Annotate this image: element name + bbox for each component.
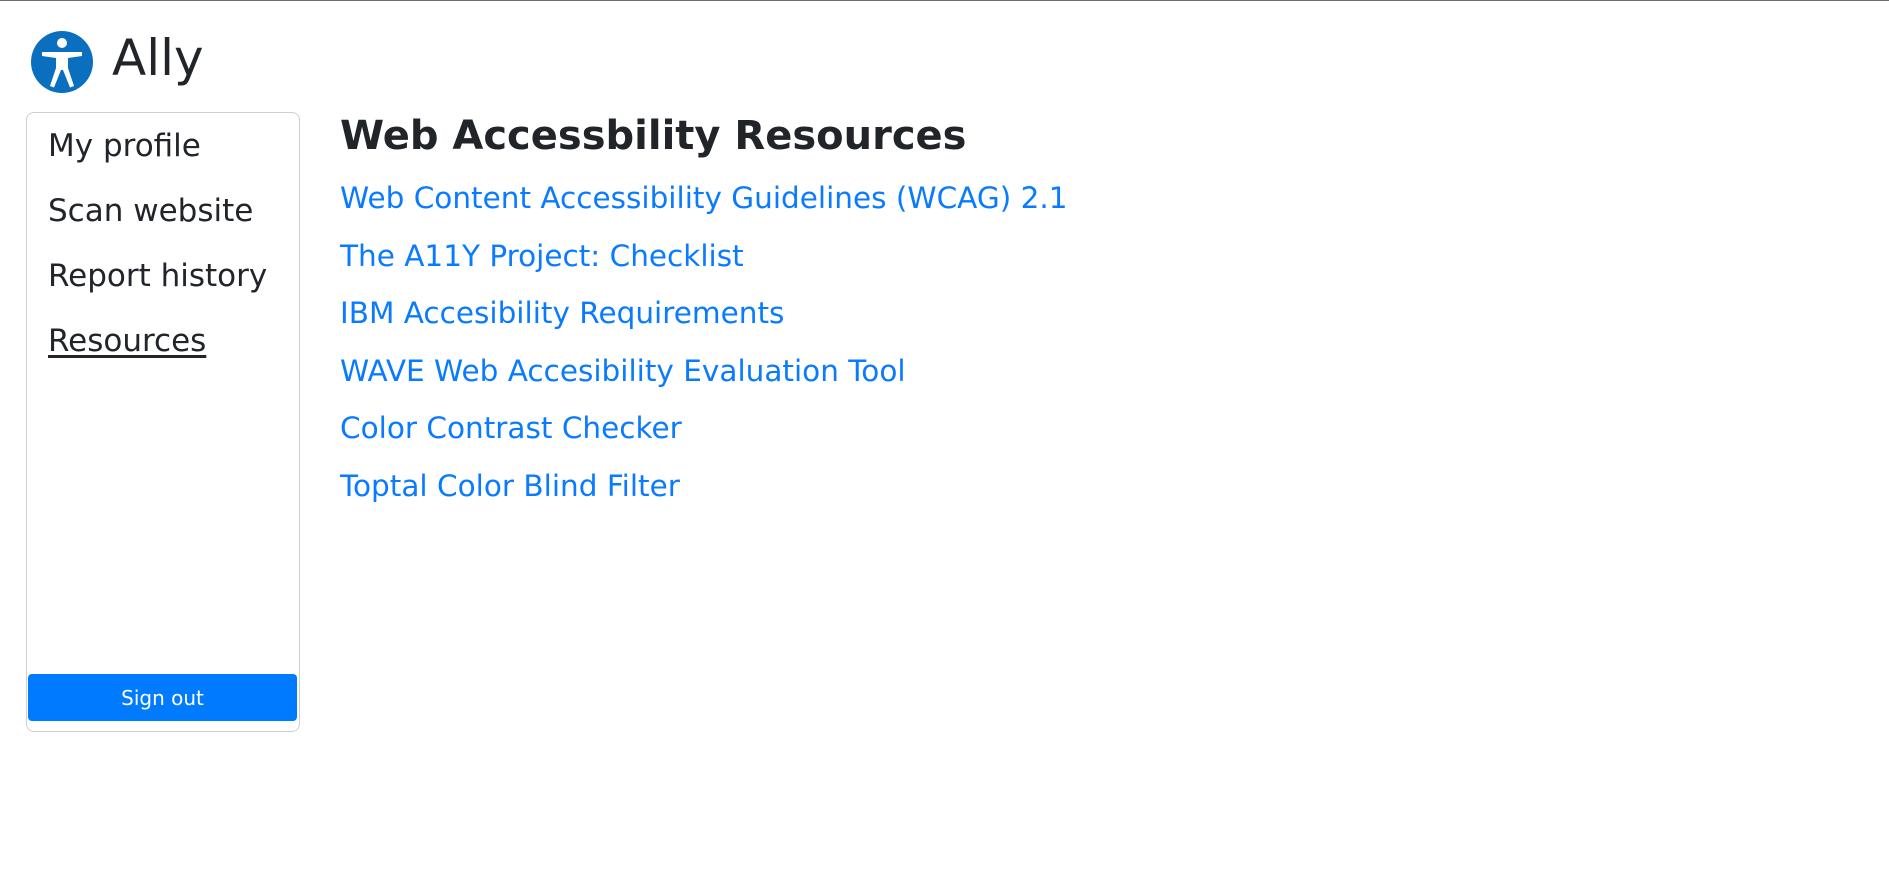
list-item: The A11Y Project: Checklist (340, 236, 1068, 294)
page-title: Web Accessbility Resources (340, 113, 967, 159)
list-item: Toptal Color Blind Filter (340, 466, 1068, 524)
resource-link-contrast-checker[interactable]: Color Contrast Checker (340, 411, 682, 445)
main-content: Web Accessbility Resources Web Content A… (340, 110, 1068, 523)
resource-list: Web Content Accessibility Guidelines (WC… (340, 178, 1068, 523)
app-name: Ally (112, 29, 204, 87)
sidebar-item-scan-website[interactable]: Scan website (48, 191, 253, 231)
resource-link-ibm[interactable]: IBM Accesibility Requirements (340, 296, 784, 330)
sidebar-item-my-profile[interactable]: My profile (48, 126, 201, 166)
resource-link-color-blind-filter[interactable]: Toptal Color Blind Filter (340, 469, 680, 503)
top-border (0, 0, 1889, 1)
list-item: WAVE Web Accesibility Evaluation Tool (340, 351, 1068, 409)
sidebar-item-report-history[interactable]: Report history (48, 256, 267, 296)
sidebar-item-resources[interactable]: Resources (48, 321, 206, 361)
list-item: Color Contrast Checker (340, 408, 1068, 466)
accessibility-icon (31, 31, 93, 93)
resource-link-wcag[interactable]: Web Content Accessibility Guidelines (WC… (340, 181, 1068, 215)
resource-link-a11y-project[interactable]: The A11Y Project: Checklist (340, 239, 744, 273)
resource-link-wave[interactable]: WAVE Web Accesibility Evaluation Tool (340, 354, 906, 388)
brand: Ally (30, 29, 204, 94)
sidebar: My profile Scan website Report history R… (26, 112, 300, 732)
list-item: IBM Accesibility Requirements (340, 293, 1068, 351)
sign-out-button[interactable]: Sign out (28, 674, 297, 721)
list-item: Web Content Accessibility Guidelines (WC… (340, 178, 1068, 236)
